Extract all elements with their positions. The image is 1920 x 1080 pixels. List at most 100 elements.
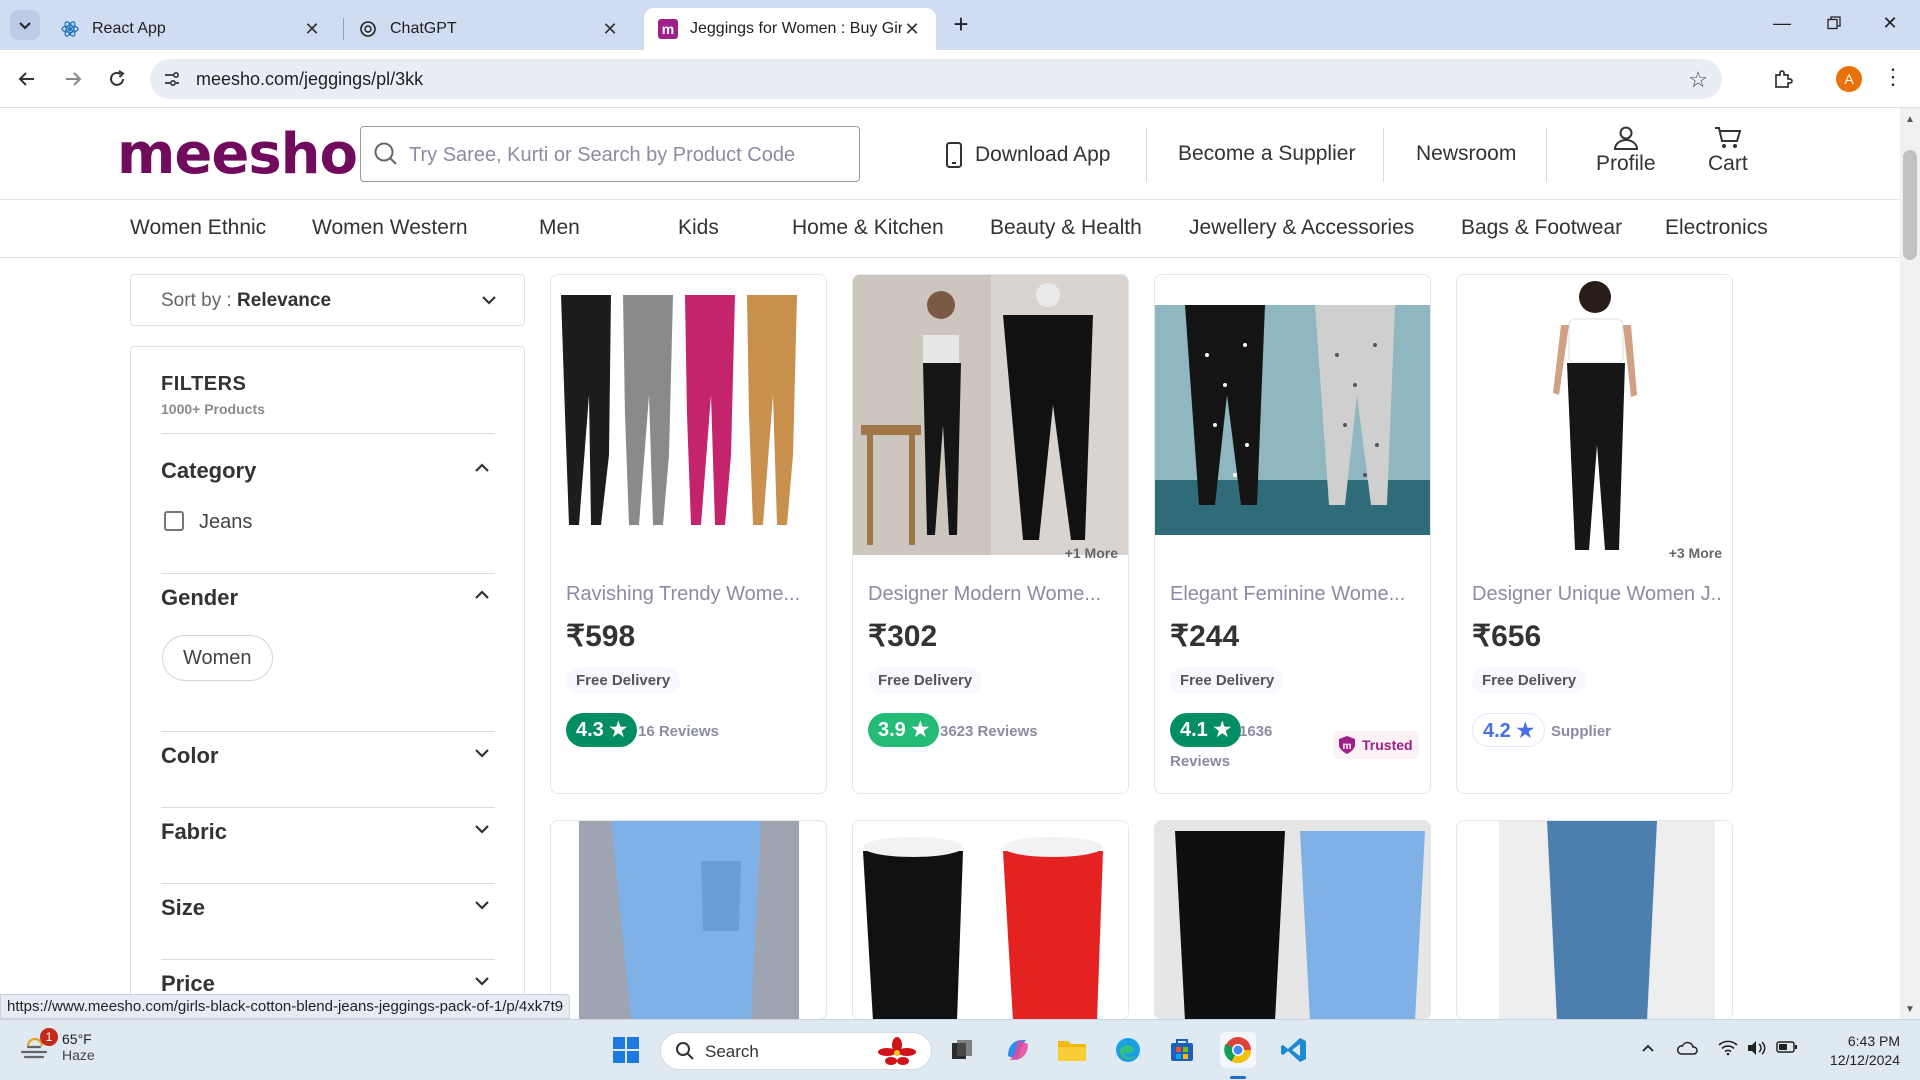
category-filter-heading[interactable]: Category — [161, 458, 256, 484]
product-card[interactable]: +1 More Designer Modern Wome... ₹302 Fre… — [852, 274, 1129, 794]
reload-button[interactable] — [102, 64, 132, 94]
scroll-up-icon[interactable]: ▲ — [1905, 114, 1915, 125]
start-button[interactable] — [608, 1032, 644, 1068]
rating-value: 4.2 — [1483, 720, 1511, 742]
category-nav: Women Ethnic Women Western Men Kids Home… — [0, 200, 1900, 258]
profile-avatar[interactable]: A — [1836, 66, 1862, 92]
jeans-checkbox-label[interactable]: Jeans — [199, 511, 252, 534]
become-supplier-link[interactable]: Become a Supplier — [1178, 142, 1355, 166]
category-kids[interactable]: Kids — [678, 216, 719, 240]
close-tab-icon[interactable]: ✕ — [600, 19, 620, 40]
copilot-button[interactable] — [1000, 1032, 1036, 1068]
windows-logo-icon — [613, 1037, 639, 1063]
product-card[interactable]: Ravishing Trendy Wome... ₹598 Free Deliv… — [550, 274, 827, 794]
sort-dropdown[interactable]: Sort by : Relevance — [130, 274, 525, 326]
back-button[interactable] — [12, 64, 42, 94]
react-icon — [60, 19, 80, 39]
product-card[interactable]: +3 More Designer Unique Women J... ₹656 … — [1456, 274, 1733, 794]
meesho-logo[interactable]: meesho — [117, 122, 358, 187]
new-tab-button[interactable]: + — [946, 10, 976, 40]
category-electronics[interactable]: Electronics — [1665, 216, 1768, 240]
supplier-label: Supplier — [1551, 723, 1612, 740]
product-name: Designer Modern Wome... — [868, 583, 1102, 605]
chevron-down-icon[interactable] — [473, 896, 491, 919]
category-jewellery-accessories[interactable]: Jewellery & Accessories — [1189, 216, 1414, 240]
task-view-button[interactable] — [944, 1032, 980, 1068]
site-header: meesho Download App Become a Supplier Ne… — [0, 108, 1900, 200]
bookmark-star-icon[interactable]: ☆ — [1688, 67, 1708, 93]
chevron-down-icon[interactable] — [473, 972, 491, 995]
scrollbar-thumb[interactable] — [1903, 150, 1917, 260]
product-image[interactable] — [551, 275, 826, 555]
browser-menu-icon[interactable]: ⋮ — [1880, 64, 1906, 94]
tab-meesho-active[interactable]: m Jeggings for Women : Buy Girls ✕ — [644, 8, 936, 50]
store-button[interactable] — [1164, 1032, 1200, 1068]
page-scrollbar[interactable]: ▲ ▼ — [1900, 108, 1920, 1019]
category-women-western[interactable]: Women Western — [312, 216, 468, 240]
jeans-checkbox[interactable] — [164, 511, 184, 531]
weather-widget[interactable]: 1 65°F Haze — [18, 1028, 95, 1064]
address-bar[interactable]: meesho.com/jeggings/pl/3kk ☆ — [150, 59, 1722, 99]
chevron-down-icon[interactable] — [473, 820, 491, 843]
chevron-up-icon[interactable] — [1640, 1040, 1656, 1059]
size-filter-heading[interactable]: Size — [161, 895, 205, 921]
taskbar-search[interactable]: Search — [660, 1032, 932, 1070]
category-men[interactable]: Men — [539, 216, 580, 240]
chrome-button[interactable] — [1220, 1032, 1256, 1068]
product-image[interactable] — [853, 275, 1128, 555]
newsroom-link[interactable]: Newsroom — [1416, 142, 1516, 166]
chevron-down-icon[interactable] — [473, 744, 491, 767]
product-image[interactable] — [1155, 821, 1430, 1019]
volume-icon[interactable] — [1746, 1040, 1766, 1059]
more-variants[interactable]: +1 More — [1065, 545, 1118, 561]
divider — [161, 883, 495, 884]
extensions-button[interactable] — [1768, 64, 1798, 94]
tab-search-dropdown[interactable] — [10, 10, 40, 40]
category-home-kitchen[interactable]: Home & Kitchen — [792, 216, 944, 240]
minimize-button[interactable]: — — [1762, 8, 1802, 38]
product-card[interactable] — [852, 820, 1129, 1019]
fabric-filter-heading[interactable]: Fabric — [161, 819, 227, 845]
product-card[interactable] — [1456, 820, 1733, 1019]
file-explorer-button[interactable] — [1054, 1032, 1090, 1068]
gender-women-chip[interactable]: Women — [162, 635, 273, 681]
cart-link[interactable]: Cart — [1708, 126, 1748, 176]
vscode-button[interactable] — [1276, 1032, 1312, 1068]
chevron-up-icon[interactable] — [473, 459, 491, 482]
edge-button[interactable] — [1110, 1032, 1146, 1068]
rating-value: 4.3 — [576, 719, 604, 741]
search-box[interactable] — [360, 126, 860, 182]
restore-button[interactable] — [1814, 8, 1854, 38]
divider — [161, 573, 495, 574]
more-variants[interactable]: +3 More — [1669, 545, 1722, 561]
forward-button[interactable] — [58, 64, 88, 94]
gender-filter-heading[interactable]: Gender — [161, 585, 238, 611]
category-women-ethnic[interactable]: Women Ethnic — [130, 216, 266, 240]
tab-react-app[interactable]: React App ✕ — [46, 8, 336, 50]
product-card[interactable] — [1154, 820, 1431, 1019]
product-image[interactable] — [1457, 821, 1732, 1019]
search-input[interactable] — [409, 141, 839, 169]
product-card[interactable]: Elegant Feminine Wome... ₹244 Free Deliv… — [1154, 274, 1431, 794]
close-tab-icon[interactable]: ✕ — [302, 19, 322, 40]
product-card[interactable] — [550, 820, 827, 1019]
product-image[interactable] — [551, 821, 826, 1019]
profile-link[interactable]: Profile — [1596, 126, 1656, 176]
close-tab-icon[interactable]: ✕ — [902, 19, 922, 40]
close-window-button[interactable]: ✕ — [1870, 8, 1910, 38]
product-image[interactable] — [1155, 275, 1430, 555]
onedrive-icon[interactable] — [1676, 1040, 1698, 1059]
color-filter-heading[interactable]: Color — [161, 743, 218, 769]
category-beauty-health[interactable]: Beauty & Health — [990, 216, 1142, 240]
product-image[interactable] — [1457, 275, 1732, 555]
system-clock[interactable]: 6:43 PM 12/12/2024 — [1812, 1032, 1900, 1070]
site-info-icon[interactable] — [162, 69, 182, 89]
battery-icon[interactable] — [1776, 1040, 1798, 1057]
scroll-down-icon[interactable]: ▼ — [1905, 1004, 1915, 1015]
wifi-icon[interactable] — [1718, 1040, 1738, 1059]
chevron-up-icon[interactable] — [473, 586, 491, 609]
product-image[interactable] — [853, 821, 1128, 1019]
download-app-link[interactable]: Download App — [945, 142, 1110, 168]
category-bags-footwear[interactable]: Bags & Footwear — [1461, 216, 1622, 240]
tab-chatgpt[interactable]: ChatGPT ✕ — [344, 8, 634, 50]
